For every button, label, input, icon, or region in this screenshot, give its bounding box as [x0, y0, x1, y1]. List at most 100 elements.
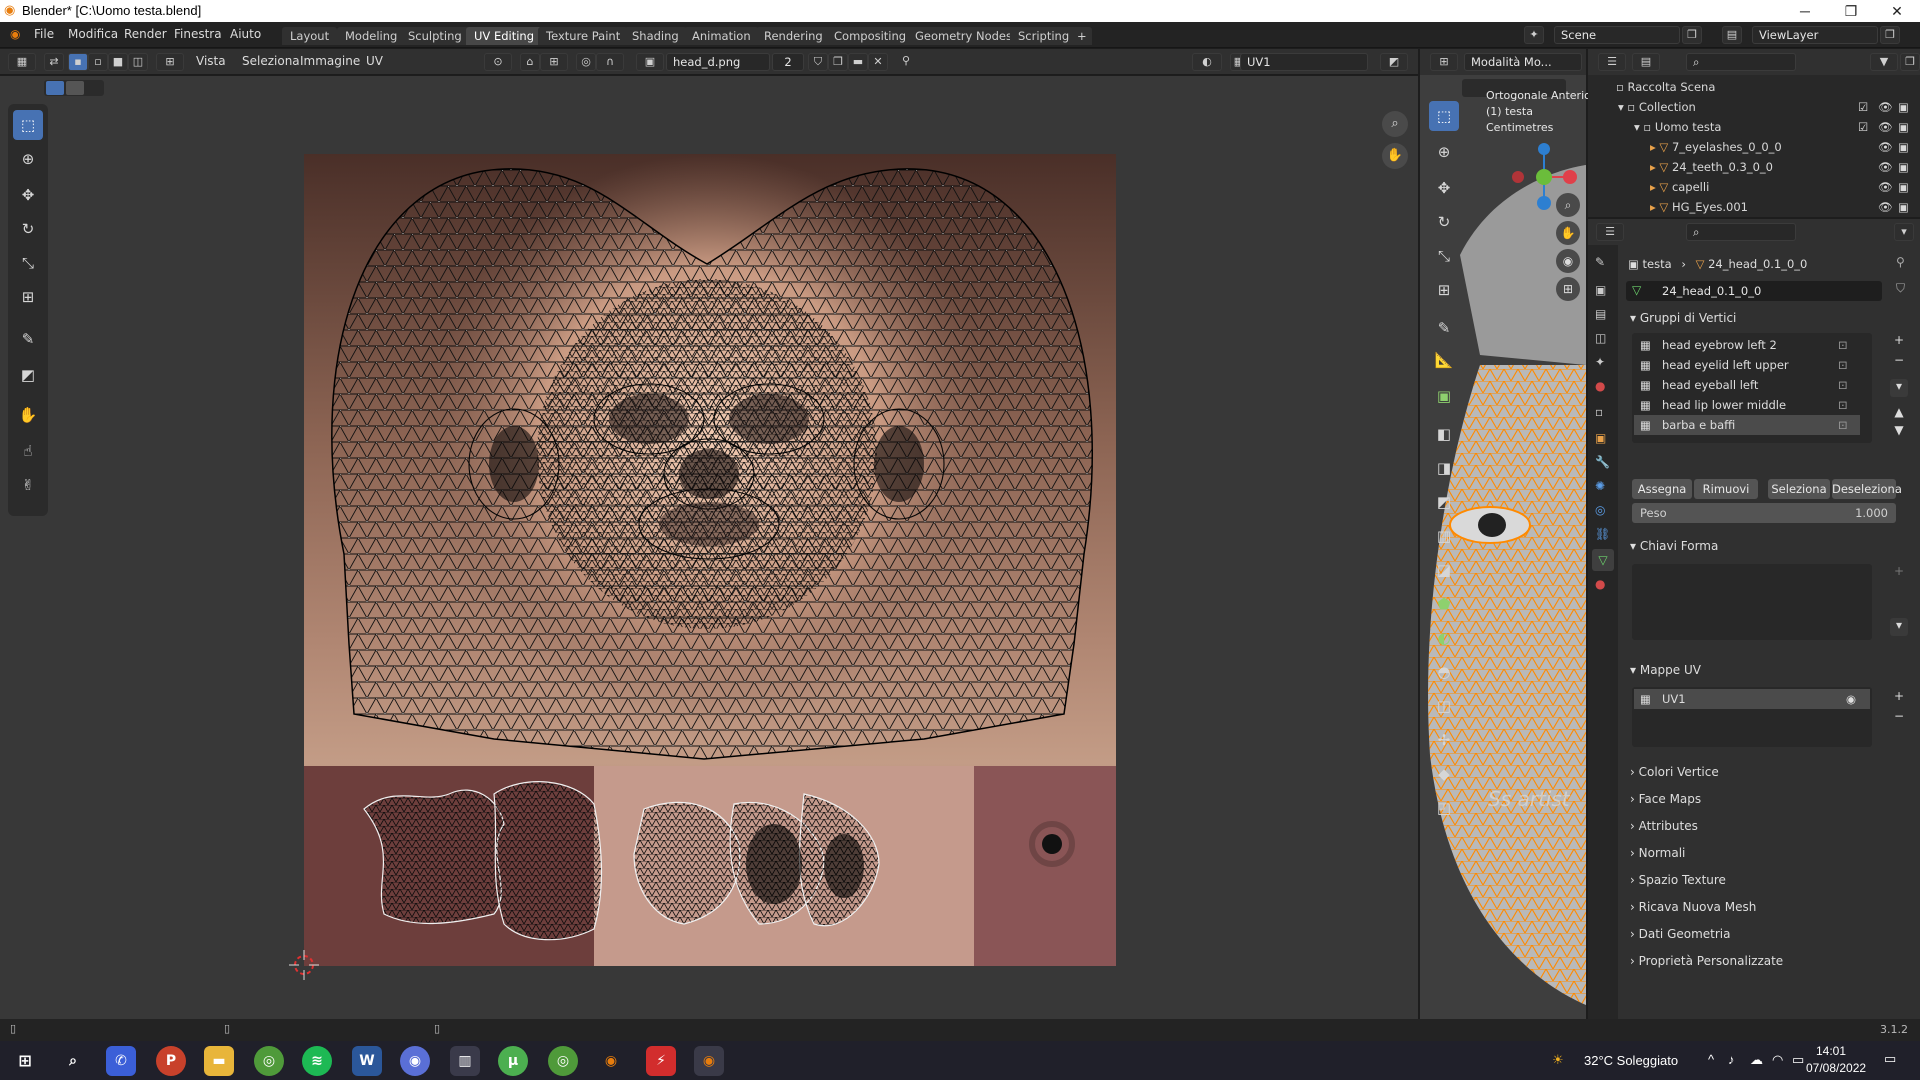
- tab-shading[interactable]: Shading: [624, 27, 687, 45]
- custom-properties-section[interactable]: › Proprietà Personalizzate: [1630, 950, 1783, 972]
- mesh-data-tab-icon[interactable]: ▽: [1592, 549, 1614, 571]
- clock-time[interactable]: 14:01: [1816, 1044, 1846, 1058]
- uv-map-field[interactable]: UV1: [1240, 53, 1368, 71]
- word-icon[interactable]: W: [352, 1046, 382, 1076]
- uv-map-item[interactable]: ▦ UV1 ◉: [1634, 689, 1870, 709]
- vp-polybuild-icon[interactable]: ⬟: [1429, 589, 1459, 619]
- vp-rip-icon[interactable]: ◰: [1429, 793, 1459, 823]
- blender-menu-icon[interactable]: ◉: [10, 27, 20, 41]
- uv-menu-seleziona[interactable]: Seleziona: [242, 54, 300, 68]
- vertex-select-icon[interactable]: ▪: [68, 53, 88, 71]
- add-vertex-group-button[interactable]: +: [1890, 333, 1908, 351]
- cursor-tool-icon[interactable]: ⊕: [13, 144, 43, 174]
- tab-rendering[interactable]: Rendering: [756, 27, 831, 45]
- edge-select-icon[interactable]: ▫: [88, 53, 108, 71]
- tab-uv-editing[interactable]: UV Editing: [466, 27, 542, 45]
- outliner-row-eyes[interactable]: ▸ ▽ HG_Eyes.001 👁 ▣: [1588, 197, 1920, 217]
- object-tab-icon[interactable]: ▣: [1595, 431, 1606, 445]
- uv-menu-vista[interactable]: Vista: [196, 54, 226, 68]
- display-mode-toggle[interactable]: [44, 80, 104, 96]
- tab-compositing[interactable]: Compositing: [826, 27, 915, 45]
- select-button[interactable]: Seleziona: [1768, 479, 1830, 499]
- expand-icon[interactable]: ▾ ▫: [1618, 100, 1639, 114]
- vertex-group-item-selected[interactable]: ▦ barba e baffi ⊡: [1634, 415, 1860, 435]
- image-name-field[interactable]: head_d.png: [666, 53, 770, 71]
- filter-icon[interactable]: ▼: [1870, 53, 1898, 71]
- collection-render-icon[interactable]: ▣: [1898, 97, 1909, 117]
- blender-active-taskbar-icon[interactable]: ◉: [694, 1046, 724, 1076]
- move-down-button[interactable]: ▼: [1890, 423, 1908, 441]
- viewport-editor-type-icon[interactable]: ⊞: [1430, 53, 1458, 71]
- chrome-icon[interactable]: ◎: [254, 1046, 284, 1076]
- material-tab-icon[interactable]: ●: [1595, 577, 1605, 591]
- object-render-icon[interactable]: ▣: [1898, 117, 1909, 137]
- collection-checkbox[interactable]: ☑: [1858, 97, 1868, 117]
- overlay-icon[interactable]: ◐: [1192, 53, 1222, 71]
- tab-geometry-nodes[interactable]: Geometry Nodes: [907, 27, 1021, 45]
- uv-select-mode-icon[interactable]: [46, 81, 64, 95]
- visibility-icon[interactable]: 👁: [1878, 157, 1893, 177]
- constraints-tab-icon[interactable]: ⛓: [1595, 527, 1610, 541]
- render-icon[interactable]: ▣: [1898, 137, 1909, 157]
- menu-finestra[interactable]: Finestra: [174, 27, 222, 41]
- attributes-section[interactable]: › Attributes: [1630, 815, 1698, 837]
- outliner-row-collection[interactable]: ▾ ▫ Collection ☑ 👁 ▣: [1588, 97, 1920, 117]
- 3d-viewport[interactable]: ⊞ Modalità Mo... Ortogonale Anteriore (1…: [1420, 49, 1602, 1019]
- tab-sculpting[interactable]: Sculpting: [400, 27, 470, 45]
- outliner-editor-type-icon[interactable]: ☰: [1598, 53, 1626, 71]
- add-uv-map-button[interactable]: +: [1890, 689, 1908, 707]
- active-render-icon[interactable]: ◉: [1846, 689, 1856, 709]
- scale-tool-icon[interactable]: ⤡: [13, 248, 43, 278]
- volume-icon[interactable]: ♪: [1728, 1052, 1735, 1067]
- shape-keys-header[interactable]: ▾ Chiavi Forma: [1630, 535, 1718, 557]
- image-users-count[interactable]: 2: [772, 53, 804, 71]
- uv-texture-image[interactable]: [304, 154, 1116, 966]
- unlink-image-icon[interactable]: ✕: [868, 53, 888, 71]
- snap-icon[interactable]: ⌂: [520, 53, 540, 71]
- select-box-icon[interactable]: ⬚: [13, 110, 43, 140]
- lock-icon[interactable]: ⊡: [1838, 415, 1848, 435]
- display-mode-icon[interactable]: ▤: [1632, 53, 1660, 71]
- object-checkbox[interactable]: ☑: [1858, 117, 1868, 137]
- outliner-row-scene-collection[interactable]: ▫ Raccolta Scena: [1588, 77, 1920, 97]
- assign-button[interactable]: Assegna: [1632, 479, 1692, 499]
- vp-transform-icon[interactable]: ⊞: [1429, 275, 1459, 305]
- pan-hand-icon[interactable]: ✋: [1382, 143, 1408, 169]
- vp-select-icon[interactable]: ⬚: [1429, 101, 1459, 131]
- lock-icon[interactable]: ⊡: [1838, 375, 1848, 395]
- vp-annotate-icon[interactable]: ✎: [1429, 313, 1459, 343]
- menu-aiuto[interactable]: Aiuto: [230, 27, 261, 41]
- shape-key-specials-button[interactable]: ▾: [1890, 618, 1908, 636]
- transform-tool-icon[interactable]: ⊞: [13, 282, 43, 312]
- spotify-icon[interactable]: ≋: [302, 1046, 332, 1076]
- vp-spin-icon[interactable]: ◐: [1429, 623, 1459, 653]
- tab-layout[interactable]: Layout: [282, 27, 338, 45]
- tab-scripting[interactable]: Scripting: [1010, 27, 1078, 45]
- vp-smooth-icon[interactable]: ◓: [1429, 657, 1459, 687]
- pinch-tool-icon[interactable]: ✌: [13, 470, 43, 500]
- face-select-icon[interactable]: ■: [108, 53, 128, 71]
- cloud-icon[interactable]: ☁: [1750, 1052, 1763, 1068]
- network-icon[interactable]: ▭: [1792, 1052, 1804, 1068]
- pin-icon[interactable]: ⚲: [896, 53, 916, 71]
- tab-animation[interactable]: Animation: [684, 27, 759, 45]
- tab-texture-paint[interactable]: Texture Paint: [538, 27, 629, 45]
- properties-editor-type-icon[interactable]: ☰: [1596, 223, 1624, 241]
- vp-edge-slide-icon[interactable]: ◫: [1429, 691, 1459, 721]
- vp-move-icon[interactable]: ✥: [1429, 173, 1459, 203]
- vp-shear-icon[interactable]: ◆: [1429, 759, 1459, 789]
- duplicate-image-icon[interactable]: ❐: [828, 53, 848, 71]
- rip-tool-icon[interactable]: ◩: [13, 360, 43, 390]
- vertex-groups-header[interactable]: ▾ Gruppi di Vertici: [1630, 307, 1736, 329]
- wifi-icon[interactable]: ◠: [1772, 1052, 1783, 1068]
- vp-bevel-icon[interactable]: ◩: [1429, 487, 1459, 517]
- vertex-groups-list[interactable]: ▦ head eyebrow left 2 ⊡ ▦ head eyelid left …: [1632, 333, 1872, 443]
- scene-icon[interactable]: ✦: [1524, 26, 1544, 44]
- rotate-tool-icon[interactable]: ↻: [13, 214, 43, 244]
- vertex-group-item[interactable]: ▦ head lip lower middle ⊡: [1634, 395, 1860, 415]
- chrome-profile-icon[interactable]: ◎: [548, 1046, 578, 1076]
- clock-date[interactable]: 07/08/2022: [1806, 1061, 1866, 1075]
- texture-space-section[interactable]: › Spazio Texture: [1630, 869, 1726, 891]
- visibility-icon[interactable]: 👁: [1878, 177, 1893, 197]
- falloff-icon[interactable]: ∩: [596, 53, 624, 71]
